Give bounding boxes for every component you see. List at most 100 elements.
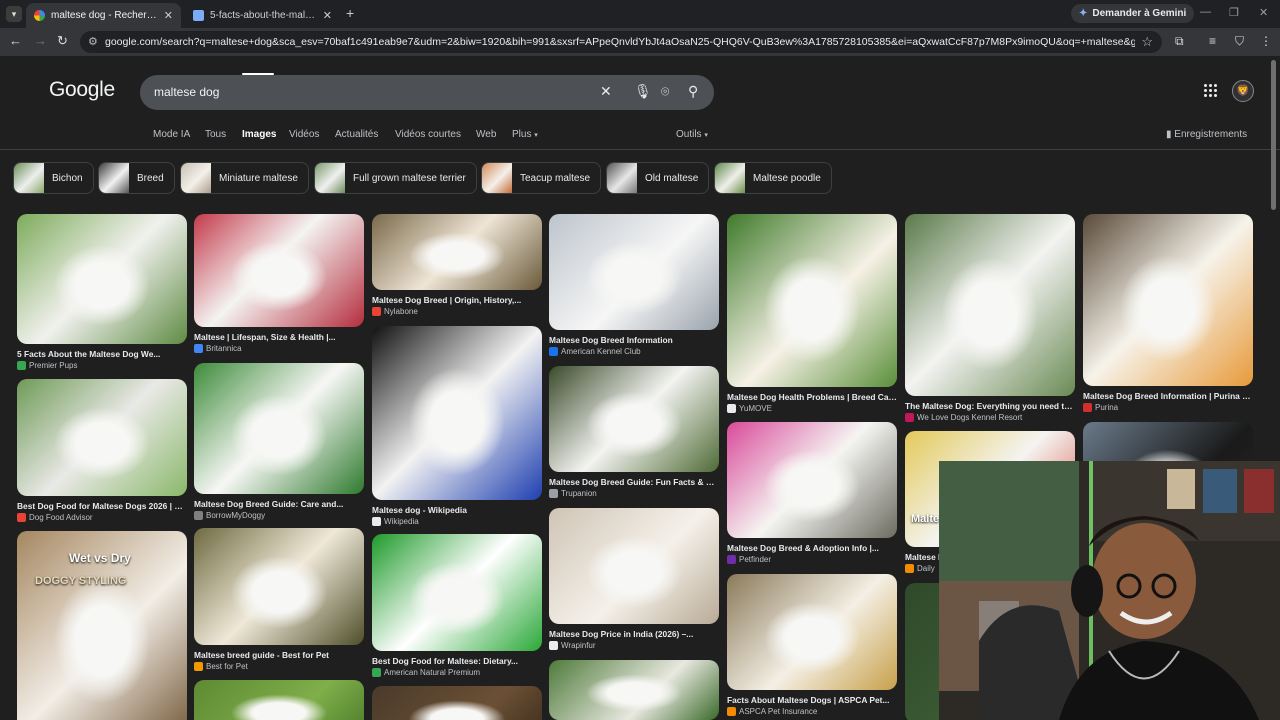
avatar[interactable]: 🦁 [1232,80,1254,102]
reading-list-icon[interactable]: ≡ [1209,34,1216,48]
result-thumbnail[interactable] [194,214,364,327]
result-thumbnail[interactable] [905,214,1075,396]
result-thumbnail[interactable] [17,214,187,344]
profile-shield-icon[interactable]: ⛉ [1235,34,1244,49]
result-thumbnail[interactable] [194,363,364,494]
tab-mode-ia[interactable]: Mode IA [153,129,190,140]
tab-videos[interactable]: Vidéos [289,129,319,140]
result-thumbnail[interactable] [549,660,719,720]
tab-plus[interactable]: Plus ▾ [512,129,538,140]
result-thumbnail[interactable] [727,574,897,690]
site-info-icon[interactable]: ⚙ [88,35,98,48]
result-caption[interactable]: Maltese Dog Breed | Origin, History,... [372,295,542,305]
new-tab-icon[interactable]: + [346,5,354,21]
minimize-icon[interactable]: — [1200,6,1211,18]
gemini-button[interactable]: ✦ Demander à Gemini [1071,4,1195,23]
maximize-icon[interactable]: ❐ [1229,6,1239,19]
tab-images[interactable]: Images [242,129,276,140]
result-source[interactable]: Britannica [194,344,242,353]
tab-maltese-facts[interactable]: 5-facts-about-the-maltese-dog ✕ [185,3,340,28]
result-source[interactable]: Premier Pups [17,361,77,370]
result-source[interactable]: We Love Dogs Kennel Resort [905,413,1022,422]
result-caption[interactable]: Maltese Dog Breed Guide: Care and... [194,499,364,509]
result-source[interactable]: BorrowMyDoggy [194,511,265,520]
address-bar[interactable]: ⚙ google.com/search?q=maltese+dog&sca_es… [80,31,1162,53]
google-apps-icon[interactable] [1204,84,1218,98]
scrollbar[interactable] [1271,60,1276,210]
chip-full-grown[interactable]: Full grown maltese terrier [314,162,477,194]
chip-breed[interactable]: Breed [98,162,175,194]
result-thumbnail[interactable] [549,366,719,472]
result-source[interactable]: Petfinder [727,555,771,564]
tab-tous[interactable]: Tous [205,129,226,140]
result-source[interactable]: Best for Pet [194,662,248,671]
saved-button[interactable]: ▮ Enregistrements [1166,129,1247,140]
result-caption[interactable]: Best Dog Food for Maltese Dogs 2026 | Do… [17,501,187,511]
result-thumbnail[interactable] [17,379,187,496]
search-icon[interactable]: ⚲ [688,83,698,100]
search-input[interactable]: maltese dog [154,85,219,99]
result-thumbnail[interactable] [549,214,719,330]
result-thumbnail[interactable] [194,528,364,645]
result-source[interactable]: ASPCA Pet Insurance [727,707,817,716]
bookmark-star-icon[interactable]: ☆ [1141,34,1153,50]
result-thumbnail[interactable] [549,508,719,624]
result-source[interactable]: Daily [905,564,935,573]
result-thumbnail[interactable] [194,680,364,720]
result-thumbnail[interactable] [372,214,542,290]
close-tab-icon[interactable]: ✕ [164,9,173,22]
search-box[interactable]: maltese dog ✕ 🎙 ⌾ ⚲ [140,75,714,110]
google-logo[interactable]: Google [49,78,115,102]
tab-videos-courtes[interactable]: Vidéos courtes [395,129,461,140]
chip-maltese-poodle[interactable]: Maltese poodle [714,162,832,194]
tab-search-button[interactable]: ▾ [6,6,22,22]
result-caption[interactable]: Maltese Dog Health Problems | Breed Car.… [727,392,897,402]
result-source[interactable]: American Kennel Club [549,347,641,356]
result-thumbnail[interactable] [1083,214,1253,386]
close-tab-icon[interactable]: ✕ [323,9,332,22]
result-source[interactable]: Purina [1083,403,1118,412]
result-thumbnail[interactable] [372,686,542,720]
result-caption[interactable]: The Maltese Dog: Everything you need to.… [905,401,1075,411]
extensions-icon[interactable]: ⧉ [1175,34,1184,49]
chip-bichon[interactable]: Bichon [13,162,94,194]
result-thumbnail[interactable] [727,214,897,387]
lens-camera-icon[interactable]: ⌾ [661,83,669,100]
result-source[interactable]: Trupanion [549,489,597,498]
result-caption[interactable]: Facts About Maltese Dogs | ASPCA Pet... [727,695,897,705]
result-caption[interactable]: 5 Facts About the Maltese Dog We... [17,349,187,359]
tools-button[interactable]: Outils ▾ [676,129,708,140]
reload-icon[interactable]: ↻ [57,33,68,49]
forward-icon[interactable]: → [34,33,47,48]
result-caption[interactable]: Maltese Dog Price in India (2026) –... [549,629,719,639]
menu-icon[interactable]: ⋮ [1260,34,1272,48]
tab-google-search[interactable]: maltese dog - Recherche Google ✕ [26,3,181,28]
result-caption[interactable]: Maltese Dog Breed Information | Purina U… [1083,391,1253,401]
result-source[interactable]: American Natural Premium [372,668,480,677]
chip-teacup-maltese[interactable]: Teacup maltese [481,162,602,194]
result-caption[interactable]: Maltese | Lifespan, Size & Health |... [194,332,364,342]
result-source[interactable]: YuMOVE [727,404,772,413]
url-text[interactable]: google.com/search?q=maltese+dog&sca_esv=… [105,36,1135,48]
result-source[interactable]: Dog Food Advisor [17,513,93,522]
close-window-icon[interactable]: ✕ [1259,6,1268,19]
result-caption[interactable]: Maltese Dog Breed Guide: Fun Facts & Car… [549,477,719,487]
microphone-icon[interactable]: 🎙 [634,83,652,100]
result-caption[interactable]: Maltese Dog Breed & Adoption Info |... [727,543,897,553]
chip-miniature-maltese[interactable]: Miniature maltese [180,162,309,194]
result-thumbnail[interactable] [727,422,897,538]
result-caption[interactable]: Best Dog Food for Maltese: Dietary... [372,656,542,666]
result-source[interactable]: Wrapinfur [549,641,596,650]
result-caption[interactable]: Maltese breed guide - Best for Pet [194,650,364,660]
back-icon[interactable]: ← [9,33,22,48]
result-caption[interactable]: Maltese Dog Breed Information [549,335,719,345]
result-source[interactable]: Wikipedia [372,517,419,526]
tab-actualites[interactable]: Actualités [335,129,378,140]
result-thumbnail[interactable] [372,534,542,651]
clear-icon[interactable]: ✕ [600,83,612,100]
tab-web[interactable]: Web [476,129,496,140]
result-thumbnail[interactable] [372,326,542,500]
chip-old-maltese[interactable]: Old maltese [606,162,710,194]
result-caption[interactable]: Maltese dog - Wikipedia [372,505,542,515]
result-source[interactable]: Nylabone [372,307,418,316]
